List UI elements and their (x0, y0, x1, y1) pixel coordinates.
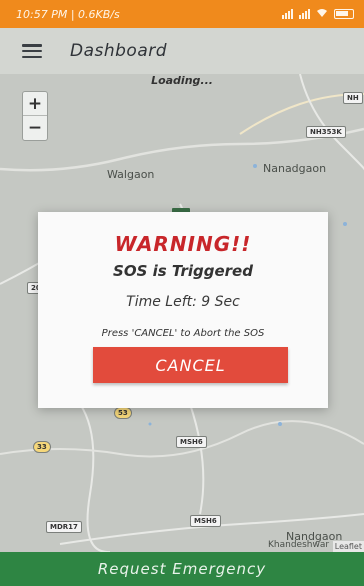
status-icons (282, 8, 354, 21)
road-tag-nh353k: NH353K (306, 126, 346, 138)
road-tag-mdr17: MDR17 (46, 521, 82, 533)
loading-text: Loading... (151, 74, 213, 87)
cell-signal-icon (282, 9, 293, 19)
cancel-button[interactable]: CANCEL (93, 347, 288, 383)
place-walgaon: Walgaon (107, 168, 155, 181)
abort-instruction: Press 'CANCEL' to Abort the SOS (101, 328, 265, 339)
zoom-in-button[interactable]: + (23, 92, 47, 116)
status-time: 10:57 PM | 0.6KB/s (16, 7, 120, 21)
zoom-control: + − (22, 91, 48, 141)
sos-dialog: WARNING!! SOS is Triggered Time Left: 9 … (38, 212, 328, 408)
sos-message: SOS is Triggered (113, 262, 253, 280)
wifi-icon (316, 8, 328, 21)
countdown-text: Time Left: 9 Sec (126, 294, 240, 310)
request-emergency-button[interactable]: Request Emergency (0, 552, 364, 586)
place-khandeshwar: Khandeshwar (268, 540, 330, 550)
page-title: Dashboard (70, 41, 168, 61)
road-tag-nh: NH (343, 92, 363, 104)
road-tag-33: 33 (33, 441, 51, 453)
hamburger-icon[interactable] (22, 44, 42, 58)
status-bar: 10:57 PM | 0.6KB/s (0, 0, 364, 28)
cell-signal-2-icon (299, 9, 310, 19)
app-bar: Dashboard (0, 28, 364, 74)
place-nanadgaon: Nanadgaon (263, 162, 327, 175)
road-tag-msh6: MSH6 (176, 436, 207, 448)
road-tag-53: 53 (114, 407, 132, 419)
map-attribution[interactable]: Leaflet (332, 541, 364, 552)
battery-icon (334, 9, 354, 19)
warning-title: WARNING!! (114, 232, 252, 256)
zoom-out-button[interactable]: − (23, 116, 47, 140)
road-tag-msh6-b: MSH6 (190, 515, 221, 527)
